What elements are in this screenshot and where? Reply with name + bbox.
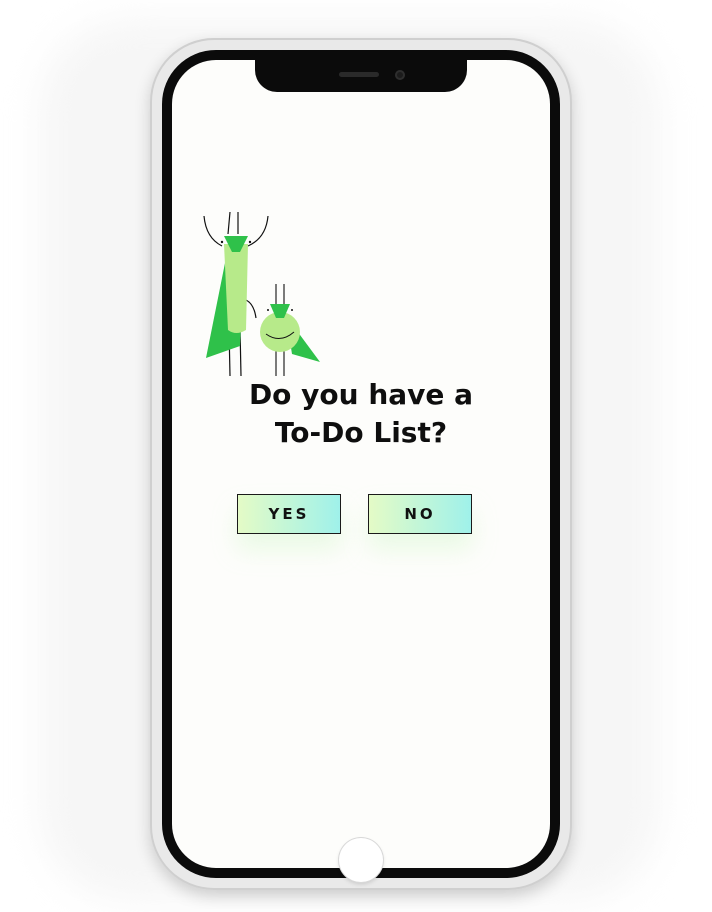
stage: Do you have a To-Do List? YES NO [0, 0, 712, 912]
phone-bezel: Do you have a To-Do List? YES NO [162, 50, 560, 878]
no-button[interactable]: NO [368, 494, 472, 534]
tall-grasshopper-body [224, 244, 248, 333]
phone-notch [255, 60, 467, 92]
question-line-1: Do you have a [248, 378, 474, 411]
answer-buttons: YES NO [172, 494, 550, 536]
phone-screen: Do you have a To-Do List? YES NO [172, 60, 550, 868]
phone-frame: Do you have a To-Do List? YES NO [150, 38, 572, 890]
grasshoppers-illustration [203, 211, 320, 377]
question-heading: Do you have a To-Do List? [172, 376, 550, 452]
question-line-2: To-Do List? [274, 416, 448, 449]
front-camera-icon [395, 70, 405, 80]
yes-button[interactable]: YES [237, 494, 341, 534]
home-button[interactable] [339, 838, 383, 882]
speaker-grille [339, 72, 379, 77]
